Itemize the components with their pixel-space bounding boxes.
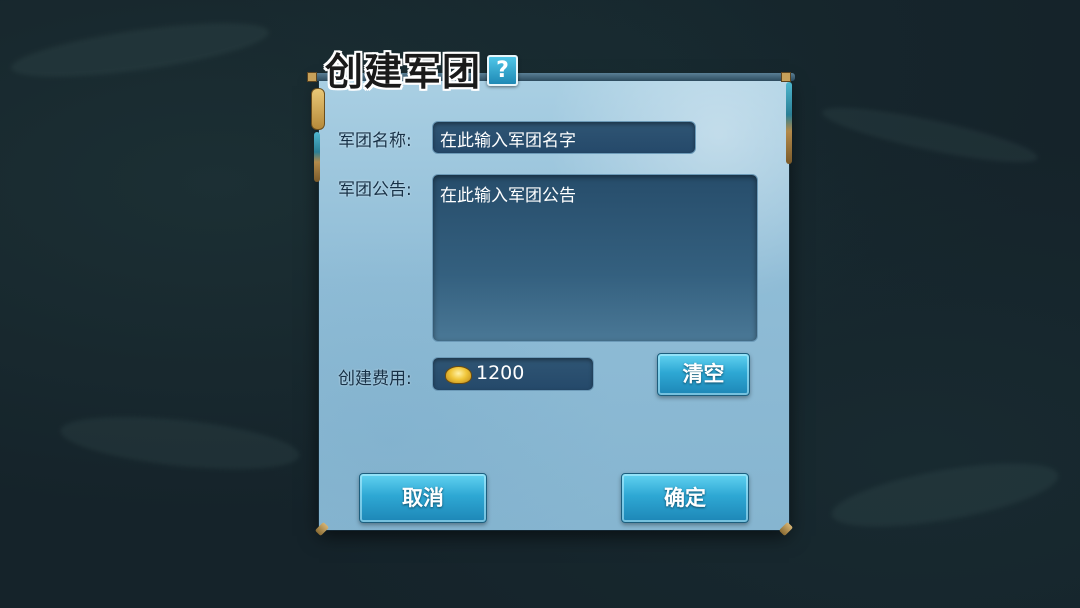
legion-name-label: 军团名称: <box>338 131 412 151</box>
legion-notice-textarea[interactable]: 在此输入军团公告 <box>432 174 758 342</box>
tassel-ornament-icon <box>314 132 320 182</box>
cancel-button-label: 取消 <box>402 486 444 510</box>
tassel-ornament-icon <box>786 82 792 164</box>
scroll-rod-cap-right <box>781 72 791 82</box>
background-streak <box>58 407 302 479</box>
confirm-button-label: 确定 <box>664 486 706 510</box>
legion-notice-placeholder: 在此输入军团公告 <box>440 186 576 206</box>
gold-ingot-icon <box>445 366 472 384</box>
background-streak <box>827 450 1063 540</box>
background-streak <box>8 12 272 88</box>
legion-name-input[interactable]: 在此输入军团名字 <box>432 121 696 154</box>
dialog-title: 创建军团 <box>325 49 482 94</box>
creation-cost-value: 1200 <box>476 362 525 384</box>
scroll-rod-cap-left <box>307 72 317 82</box>
creation-cost-label: 创建费用: <box>338 369 412 389</box>
background-streak <box>819 97 1041 173</box>
confirm-button[interactable]: 确定 <box>621 473 749 523</box>
legion-notice-label: 军团公告: <box>338 180 412 200</box>
cancel-button[interactable]: 取消 <box>359 473 487 523</box>
legion-name-placeholder: 在此输入军团名字 <box>440 131 576 151</box>
clear-button[interactable]: 清空 <box>657 353 750 396</box>
creation-cost-display: 1200 <box>432 357 594 391</box>
help-button[interactable]: ? <box>487 55 518 86</box>
clear-button-label: 清空 <box>682 362 725 386</box>
lantern-ornament-icon <box>311 88 325 130</box>
